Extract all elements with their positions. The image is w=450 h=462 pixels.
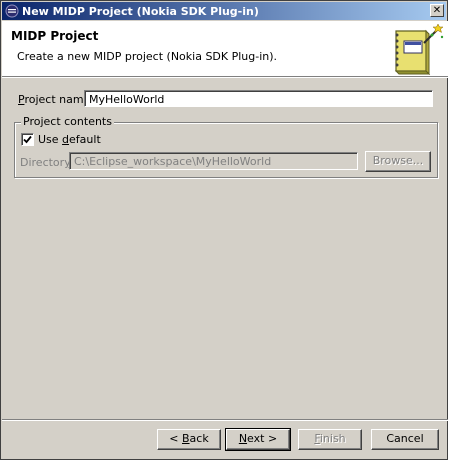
- page-description: Create a new MIDP project (Nokia SDK Plu…: [17, 50, 278, 63]
- wizard-notebook-icon: [388, 23, 444, 76]
- cancel-button[interactable]: Cancel: [371, 429, 439, 450]
- wizard-banner: MIDP Project Create a new MIDP project (…: [2, 21, 448, 76]
- close-button[interactable]: ✕: [430, 4, 444, 17]
- directory-input[interactable]: C:\Eclipse_workspace\MyHelloWorld: [69, 152, 358, 170]
- next-button[interactable]: Next >: [225, 428, 291, 451]
- use-default-label[interactable]: Use default: [38, 133, 101, 146]
- footer-separator: [2, 419, 448, 421]
- project-name-label: Project name:: [18, 93, 95, 106]
- project-name-value: MyHelloWorld: [89, 93, 165, 106]
- checkmark-icon: [23, 135, 32, 144]
- close-icon: ✕: [432, 5, 442, 16]
- use-default-checkbox[interactable]: [21, 133, 34, 146]
- banner-separator: [2, 76, 448, 78]
- directory-value: C:\Eclipse_workspace\MyHelloWorld: [74, 155, 272, 168]
- finish-button[interactable]: Finish: [298, 429, 362, 450]
- project-name-input[interactable]: MyHelloWorld: [84, 90, 433, 107]
- browse-button[interactable]: Browse...: [365, 151, 431, 172]
- eclipse-app-icon: [5, 4, 19, 18]
- directory-label: Directory:: [20, 156, 74, 169]
- page-title: MIDP Project: [11, 29, 99, 43]
- project-contents-title: Project contents: [21, 115, 114, 128]
- title-bar[interactable]: New MIDP Project (Nokia SDK Plug-in) ✕: [2, 2, 446, 20]
- window-title: New MIDP Project (Nokia SDK Plug-in): [22, 4, 259, 18]
- wizard-dialog: New MIDP Project (Nokia SDK Plug-in) ✕ M…: [0, 0, 448, 460]
- back-button[interactable]: < Back: [157, 429, 221, 450]
